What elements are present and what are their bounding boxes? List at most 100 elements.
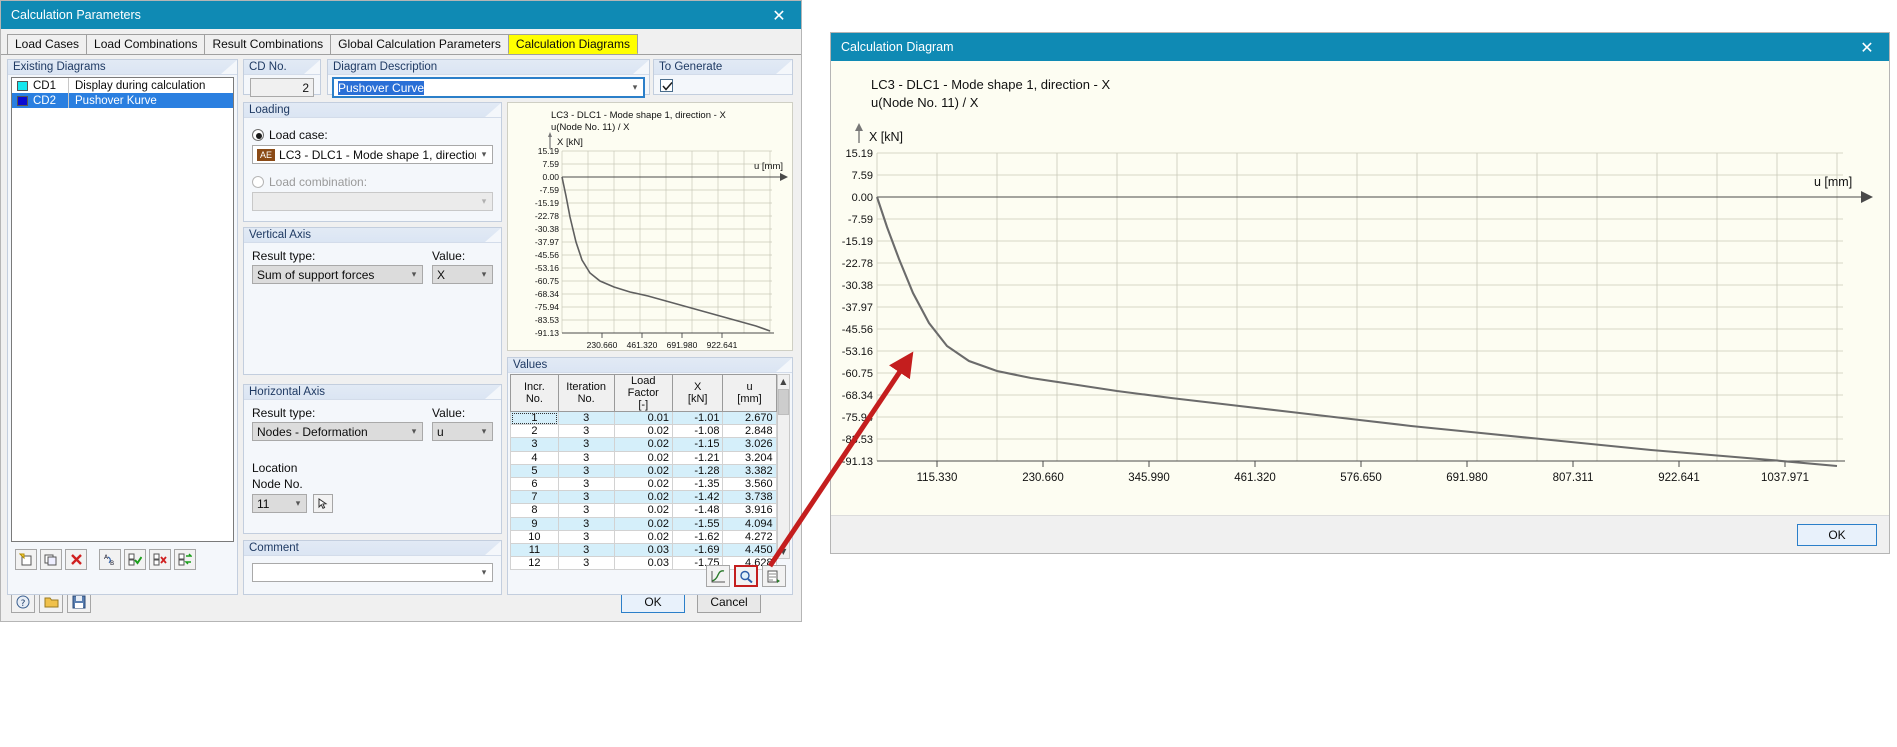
- diagram-icon[interactable]: [706, 565, 730, 587]
- chevron-down-icon[interactable]: ▾: [476, 146, 492, 163]
- chevron-down-icon[interactable]: ▾: [476, 266, 492, 283]
- table-cell: 0.03: [613, 556, 673, 571]
- svg-text:345.990: 345.990: [1128, 472, 1170, 484]
- horizontal-value-combo[interactable]: u ▾: [432, 422, 493, 441]
- horizontal-axis-title: Horizontal Axis: [244, 385, 501, 400]
- pick-node-icon[interactable]: [313, 494, 333, 513]
- loading-group: Loading Load case: AE LC3 - DLC1 - Mode …: [243, 102, 502, 222]
- chevron-down-icon[interactable]: ▾: [406, 266, 422, 283]
- list-item[interactable]: CD1 Display during calculation: [12, 78, 233, 93]
- table-cell: 9: [510, 516, 559, 531]
- values-header-row: Incr. No. Iteration No. Load Factor [-]: [510, 374, 777, 412]
- magnifier-icon[interactable]: [734, 565, 758, 587]
- table-cell: 1: [510, 410, 559, 426]
- scroll-down-icon[interactable]: ▼: [778, 545, 789, 558]
- vertical-result-type-value: Sum of support forces: [257, 267, 375, 282]
- table-row[interactable]: 3 3 0.02 -1.15 3.026: [510, 437, 777, 452]
- table-cell: 3: [557, 424, 615, 439]
- values-body: 1 3 0.01 -1.01 2.670 2 3 0.02 -1.08 2.848 3 3 0.02 -1…: [510, 410, 777, 571]
- copy-icon[interactable]: [40, 549, 62, 570]
- scroll-up-icon[interactable]: ▲: [778, 375, 789, 388]
- svg-text:-60.75: -60.75: [842, 368, 873, 380]
- col-line2: [mm]: [737, 393, 762, 405]
- table-row[interactable]: 9 3 0.02 -1.55 4.094: [510, 516, 777, 531]
- table-cell: -1.01: [671, 410, 724, 426]
- table-row[interactable]: 4 3 0.02 -1.21 3.204: [510, 450, 777, 465]
- chevron-down-icon[interactable]: ▾: [406, 423, 422, 440]
- close-icon[interactable]: ✕: [757, 1, 801, 29]
- tab-calculation-diagrams[interactable]: Calculation Diagrams: [507, 34, 638, 54]
- svg-text:X [kN]: X [kN]: [557, 137, 583, 148]
- diagram-description-input[interactable]: Pushover Curve ▾: [332, 77, 645, 98]
- svg-text:576.650: 576.650: [1340, 472, 1382, 484]
- vertical-result-type-combo[interactable]: Sum of support forces ▾: [252, 265, 424, 284]
- existing-diagrams-group: Existing Diagrams CD1 Display during cal…: [7, 59, 238, 595]
- rename-ab-icon[interactable]: AB: [99, 549, 121, 570]
- chevron-down-icon[interactable]: ▾: [627, 79, 643, 96]
- values-scrollbar[interactable]: ▲ ▼: [776, 374, 790, 559]
- svg-text:?: ?: [20, 599, 25, 609]
- values-col-x: X [kN]: [671, 374, 724, 412]
- existing-diagrams-list[interactable]: CD1 Display during calculation CD2 Pusho…: [11, 77, 234, 542]
- values-table[interactable]: Incr. No. Iteration No. Load Factor [-]: [510, 374, 777, 571]
- tab-load-combinations[interactable]: Load Combinations: [86, 34, 206, 54]
- table-cell: 7: [510, 490, 559, 505]
- table-cell: -1.35: [671, 476, 724, 492]
- load-combination-radio[interactable]: [252, 176, 264, 188]
- table-row[interactable]: 8 3 0.02 -1.48 3.916: [510, 503, 777, 518]
- table-row[interactable]: 1 3 0.01 -1.01 2.670: [510, 410, 777, 426]
- list-item[interactable]: CD2 Pushover Kurve: [12, 93, 233, 108]
- svg-text:691.980: 691.980: [667, 340, 698, 350]
- chevron-down-icon[interactable]: ▾: [290, 495, 306, 512]
- load-case-radio[interactable]: [252, 129, 264, 141]
- table-row[interactable]: 6 3 0.02 -1.35 3.560: [510, 476, 777, 492]
- svg-text:-37.97: -37.97: [535, 237, 559, 247]
- table-cell: 0.02: [613, 476, 673, 492]
- svg-text:-53.16: -53.16: [535, 263, 559, 273]
- table-row[interactable]: 5 3 0.02 -1.28 3.382: [510, 463, 777, 478]
- svg-text:-83.53: -83.53: [842, 434, 873, 446]
- table-cell: 0.03: [613, 542, 673, 558]
- table-row[interactable]: 11 3 0.03 -1.69 4.450: [510, 542, 777, 558]
- table-cell: 0.02: [613, 437, 673, 452]
- cd-no-value[interactable]: 2: [250, 78, 314, 97]
- chevron-down-icon[interactable]: ▾: [476, 423, 492, 440]
- table-row[interactable]: 10 3 0.02 -1.62 4.272: [510, 529, 777, 544]
- load-combination-radio-row[interactable]: Load combination:: [252, 175, 493, 189]
- scrollbar-thumb[interactable]: [777, 389, 789, 415]
- svg-text:691.980: 691.980: [1446, 472, 1488, 484]
- table-cell: 3: [557, 503, 615, 518]
- load-case-radio-label: Load case:: [269, 128, 328, 142]
- close-icon[interactable]: ✕: [1845, 33, 1889, 61]
- comment-title: Comment: [244, 541, 501, 556]
- node-no-combo[interactable]: 11 ▾: [252, 494, 307, 513]
- chart-subtitle-line2: u(Node No. 11) / X: [871, 95, 979, 110]
- horizontal-result-type-combo[interactable]: Nodes - Deformation ▾: [252, 422, 424, 441]
- svg-text:-68.34: -68.34: [842, 390, 873, 402]
- comment-combo[interactable]: ▾: [252, 563, 493, 582]
- ok-button[interactable]: OK: [1797, 523, 1877, 546]
- values-group: Values Incr. No. Iteration No. Load Fact…: [507, 357, 793, 595]
- tab-global-calculation-parameters[interactable]: Global Calculation Parameters: [330, 34, 509, 54]
- invert-selection-icon[interactable]: [174, 549, 196, 570]
- tab-load-cases[interactable]: Load Cases: [7, 34, 88, 54]
- delete-x-icon[interactable]: [65, 549, 87, 570]
- uncheck-all-icon[interactable]: [149, 549, 171, 570]
- vertical-value-combo[interactable]: X ▾: [432, 265, 493, 284]
- table-cell: -1.28: [671, 463, 724, 478]
- chevron-down-icon[interactable]: ▾: [476, 564, 492, 581]
- table-row[interactable]: 7 3 0.02 -1.42 3.738: [510, 490, 777, 505]
- to-generate-group: To Generate: [653, 59, 793, 95]
- export-icon[interactable]: [762, 565, 786, 587]
- new-page-icon[interactable]: [15, 549, 37, 570]
- values-col-iteration: Iteration No.: [557, 374, 615, 412]
- tab-result-combinations[interactable]: Result Combinations: [204, 34, 332, 54]
- check-all-icon[interactable]: [124, 549, 146, 570]
- table-cell: 3: [557, 542, 615, 558]
- table-row[interactable]: 2 3 0.02 -1.08 2.848: [510, 424, 777, 439]
- calculation-diagram-chart: LC3 - DLC1 - Mode shape 1, direction - X…: [831, 61, 1889, 515]
- to-generate-checkbox[interactable]: [660, 79, 673, 92]
- load-case-radio-row[interactable]: Load case:: [252, 128, 493, 142]
- svg-text:230.660: 230.660: [587, 340, 618, 350]
- load-case-combo[interactable]: AE LC3 - DLC1 - Mode shape 1, direction …: [252, 145, 493, 164]
